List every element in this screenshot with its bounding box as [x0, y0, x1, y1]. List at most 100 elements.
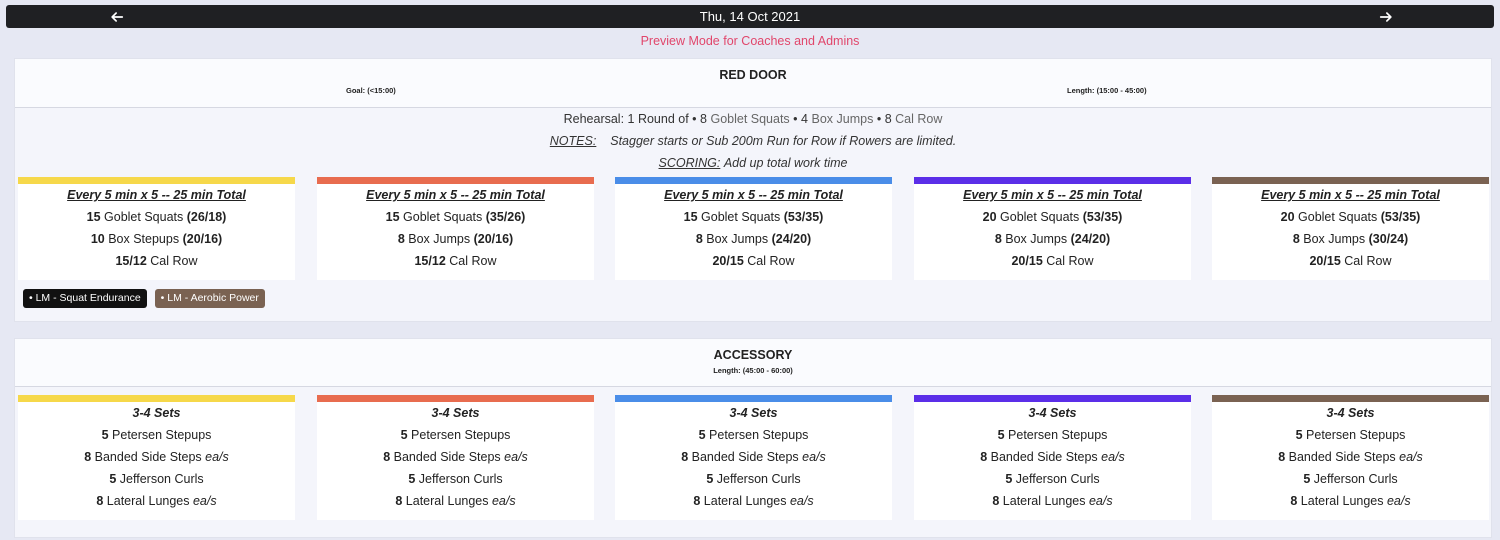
workout-level-column: Every 5 min x 5 -- 25 min Total 15 Goble…	[615, 177, 892, 280]
weights: (30/24)	[1368, 232, 1409, 246]
exercise-name: Lateral Lunges	[703, 494, 787, 508]
reps: 8	[693, 494, 701, 508]
reps: 8	[992, 494, 1000, 508]
exercise-name: Box Jumps	[1303, 232, 1366, 246]
weights: (20/16)	[473, 232, 514, 246]
each-side-suffix: ea/s	[1101, 450, 1125, 464]
exercise-row: 5 Petersen Stepups	[317, 424, 594, 446]
exercise-name: Petersen Stepups	[1306, 428, 1406, 442]
exercise-name: Goblet Squats	[1298, 210, 1378, 224]
column-heading: 3-4 Sets	[1028, 406, 1077, 420]
exercise-row: 10 Box Stepups (20/16)	[18, 228, 295, 250]
workout-level-column: Every 5 min x 5 -- 25 min Total 20 Goble…	[1212, 177, 1489, 280]
workout-level-column: Every 5 min x 5 -- 25 min Total 15 Goble…	[18, 177, 295, 280]
exercise-name: Petersen Stepups	[1008, 428, 1108, 442]
exercise-name: Box Jumps	[408, 232, 471, 246]
exercise-name: Banded Side Steps	[691, 450, 799, 464]
exercise-row: 20/15 Cal Row	[1212, 250, 1489, 272]
exercise-name: Jefferson Curls	[1015, 472, 1100, 486]
exercise-row: 5 Petersen Stepups	[1212, 424, 1489, 446]
reps: 8	[1278, 450, 1286, 464]
reps: 15/12	[115, 254, 147, 268]
workout-level-column: Every 5 min x 5 -- 25 min Total 20 Goble…	[914, 177, 1191, 280]
length-label: Length: (15:00 - 45:00)	[1067, 86, 1147, 95]
exercise-name: Petersen Stepups	[112, 428, 212, 442]
current-date: Thu, 14 Oct 2021	[699, 9, 801, 24]
exercise-row: 8 Banded Side Steps ea/s	[317, 446, 594, 468]
reps: 15	[86, 210, 101, 224]
reps: 20/15	[712, 254, 744, 268]
exercise-name: Goblet Squats	[403, 210, 483, 224]
red-door-header: RED DOOR Goal: (<15:00) Length: (15:00 -…	[15, 59, 1491, 108]
exercise-row: 20/15 Cal Row	[615, 250, 892, 272]
reps: 5	[400, 428, 408, 442]
reps: 8	[383, 450, 391, 464]
exercise-name: Banded Side Steps	[94, 450, 202, 464]
exercise-row: 8 Lateral Lunges ea/s	[18, 490, 295, 512]
preview-mode-notice: Preview Mode for Coaches and Admins	[640, 34, 860, 48]
each-side-suffix: ea/s	[1386, 494, 1411, 508]
scoring-line: SCORING: Add up total work time	[15, 156, 1491, 170]
exercise-name: Lateral Lunges	[106, 494, 190, 508]
column-heading: Every 5 min x 5 -- 25 min Total	[963, 188, 1142, 202]
exercise-name: Goblet Squats	[104, 210, 184, 224]
column-heading: 3-4 Sets	[132, 406, 181, 420]
reps: 8	[84, 450, 92, 464]
exercise-row: 5 Petersen Stepups	[18, 424, 295, 446]
previous-day-button[interactable]	[102, 5, 132, 28]
accessory-level-column: 3-4 Sets 5 Petersen Stepups 8 Banded Sid…	[18, 395, 295, 520]
exercise-name: Petersen Stepups	[709, 428, 809, 442]
exercise-row: 8 Lateral Lunges ea/s	[615, 490, 892, 512]
column-heading: Every 5 min x 5 -- 25 min Total	[366, 188, 545, 202]
exercise-row: 8 Box Jumps (20/16)	[317, 228, 594, 250]
reps: 5	[706, 472, 714, 486]
tag-squat-endurance[interactable]: • LM - Squat Endurance	[23, 289, 147, 308]
exercise-row: 20 Goblet Squats (53/35)	[1212, 206, 1489, 228]
scoring-text: Add up total work time	[723, 156, 848, 170]
exercise-row: 8 Banded Side Steps ea/s	[1212, 446, 1489, 468]
exercise-name: Goblet Squats	[1000, 210, 1080, 224]
each-side-suffix: ea/s	[1399, 450, 1423, 464]
weights: (53/35)	[783, 210, 824, 224]
reps: 20	[1280, 210, 1295, 224]
arrow-left-icon	[111, 11, 124, 22]
exercise-row: 8 Banded Side Steps ea/s	[18, 446, 295, 468]
exercise-name: Lateral Lunges	[405, 494, 489, 508]
next-day-button[interactable]	[1371, 5, 1401, 28]
scoring-label: SCORING:	[658, 156, 721, 170]
exercise-name: Cal Row	[449, 254, 497, 268]
exercise-row: 8 Banded Side Steps ea/s	[914, 446, 1191, 468]
exercise-row: 15/12 Cal Row	[18, 250, 295, 272]
reps: 5	[997, 428, 1005, 442]
exercise-name: Cal Row	[1046, 254, 1094, 268]
column-heading: 3-4 Sets	[1326, 406, 1375, 420]
tag-aerobic-power[interactable]: • LM - Aerobic Power	[154, 289, 265, 308]
exercise-row: 15 Goblet Squats (53/35)	[615, 206, 892, 228]
exercise-row: 5 Jefferson Curls	[18, 468, 295, 490]
reps: 5	[1005, 472, 1013, 486]
reps: 10	[90, 232, 105, 246]
each-side-suffix: ea/s	[491, 494, 516, 508]
reps: 8	[980, 450, 988, 464]
accessory-level-column: 3-4 Sets 5 Petersen Stepups 8 Banded Sid…	[914, 395, 1191, 520]
exercise-name: Banded Side Steps	[393, 450, 501, 464]
exercise-row: 15 Goblet Squats (26/18)	[18, 206, 295, 228]
length-label: Length: (45:00 - 60:00)	[713, 366, 793, 375]
exercise-name: Jefferson Curls	[716, 472, 801, 486]
column-heading: Every 5 min x 5 -- 25 min Total	[67, 188, 246, 202]
reps: 8	[681, 450, 689, 464]
accessory-level-column: 3-4 Sets 5 Petersen Stepups 8 Banded Sid…	[317, 395, 594, 520]
exercise-name: Banded Side Steps	[1288, 450, 1396, 464]
reps: 15/12	[414, 254, 446, 268]
column-heading: Every 5 min x 5 -- 25 min Total	[1261, 188, 1440, 202]
exercise-row: 8 Box Jumps (24/20)	[914, 228, 1191, 250]
arrow-right-icon	[1379, 11, 1392, 22]
each-side-suffix: ea/s	[802, 450, 826, 464]
reps: 8	[1290, 494, 1298, 508]
exercise-row: 15 Goblet Squats (35/26)	[317, 206, 594, 228]
exercise-row: 15/12 Cal Row	[317, 250, 594, 272]
weights: (24/20)	[1070, 232, 1111, 246]
exercise-row: 5 Jefferson Curls	[615, 468, 892, 490]
weights: (26/18)	[186, 210, 227, 224]
exercise-row: 5 Petersen Stepups	[615, 424, 892, 446]
